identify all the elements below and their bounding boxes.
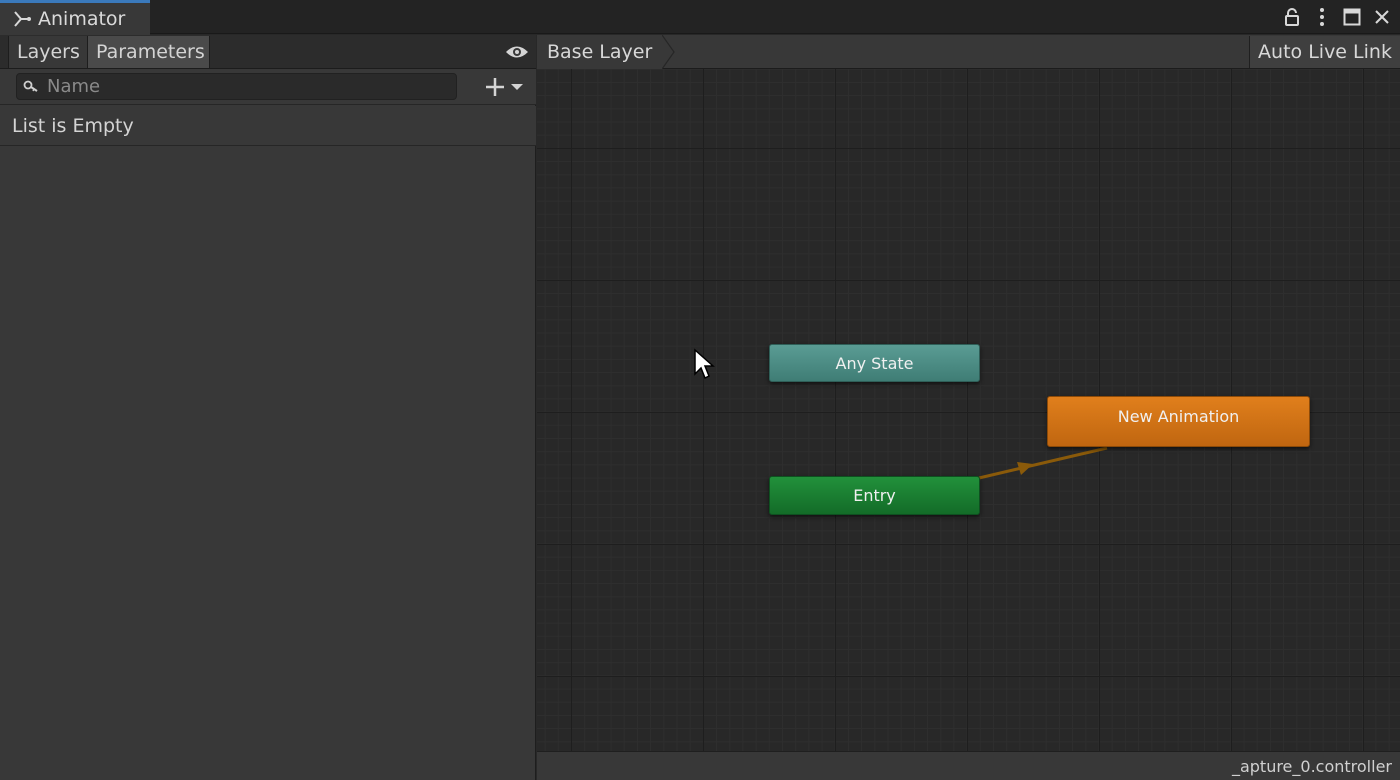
animator-window-tab[interactable]: Animator bbox=[0, 0, 150, 35]
eye-icon[interactable] bbox=[504, 40, 530, 64]
tab-parameters-label: Parameters bbox=[96, 41, 205, 63]
close-icon[interactable] bbox=[1370, 5, 1394, 29]
any-state-node[interactable]: Any State bbox=[769, 344, 980, 382]
controller-filename: _apture_0.controller bbox=[1231, 756, 1392, 776]
new-animation-label: New Animation bbox=[1117, 407, 1240, 426]
auto-live-link-label: Auto Live Link bbox=[1258, 41, 1392, 63]
plus-icon bbox=[486, 78, 504, 96]
graph-header: Base Layer Auto Live Link bbox=[537, 35, 1400, 69]
status-bar: _apture_0.controller bbox=[537, 751, 1400, 780]
state-machine-graph[interactable] bbox=[537, 35, 1400, 751]
entry-node[interactable]: Entry bbox=[769, 476, 980, 515]
mouse-cursor-icon bbox=[694, 348, 715, 380]
breadcrumb-base-layer-label: Base Layer bbox=[547, 41, 653, 63]
window-tab-title: Animator bbox=[38, 8, 126, 30]
breadcrumb-arrow-icon bbox=[662, 35, 676, 69]
entry-label: Entry bbox=[853, 486, 896, 505]
empty-list-message: List is Empty bbox=[12, 114, 134, 137]
breadcrumb: Base Layer bbox=[537, 35, 680, 69]
tab-layers-label: Layers bbox=[17, 41, 80, 63]
any-state-label: Any State bbox=[835, 353, 914, 373]
parameter-search-input[interactable] bbox=[45, 75, 445, 98]
parameter-search-box bbox=[16, 73, 457, 100]
search-icon bbox=[23, 80, 38, 92]
kebab-menu-icon[interactable] bbox=[1310, 5, 1334, 29]
window-titlebar: Animator bbox=[0, 0, 1400, 35]
tab-layers[interactable]: Layers bbox=[8, 36, 88, 68]
animator-icon bbox=[14, 11, 31, 27]
breadcrumb-base-layer[interactable]: Base Layer bbox=[537, 35, 663, 69]
panel-tab-strip: Layers Parameters bbox=[0, 35, 536, 69]
lock-icon[interactable] bbox=[1280, 5, 1304, 29]
window-controls bbox=[1280, 0, 1400, 34]
tab-parameters[interactable]: Parameters bbox=[88, 36, 210, 68]
add-parameter-button[interactable] bbox=[484, 75, 532, 99]
auto-live-link-button[interactable]: Auto Live Link bbox=[1249, 36, 1400, 68]
parameter-list-empty: List is Empty bbox=[0, 106, 536, 146]
chevron-down-icon bbox=[511, 84, 523, 90]
parameter-search-row bbox=[0, 69, 536, 105]
transition-arrow[interactable] bbox=[975, 444, 1115, 484]
transition-arrowhead-icon bbox=[1017, 462, 1033, 475]
parameters-panel: Layers Parameters Name List is Empty bbox=[0, 35, 536, 780]
maximize-icon[interactable] bbox=[1340, 5, 1364, 29]
new-animation-state-node[interactable]: New Animation bbox=[1047, 396, 1310, 447]
